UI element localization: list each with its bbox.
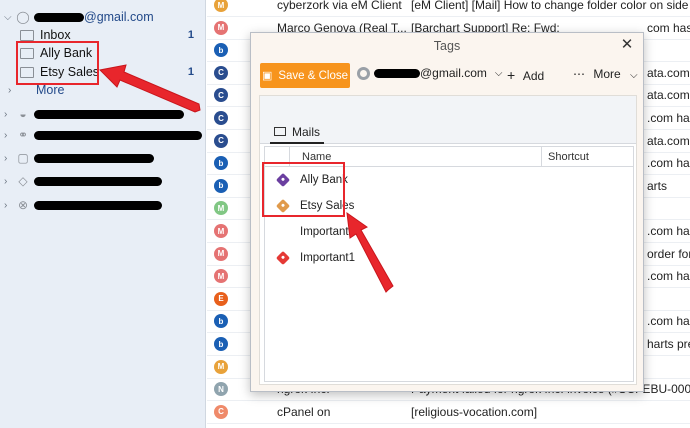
arrow-to-dialog-tags (346, 211, 394, 293)
annotation-arrows (98, 64, 394, 293)
arrow-to-sidebar-folders (98, 64, 201, 113)
